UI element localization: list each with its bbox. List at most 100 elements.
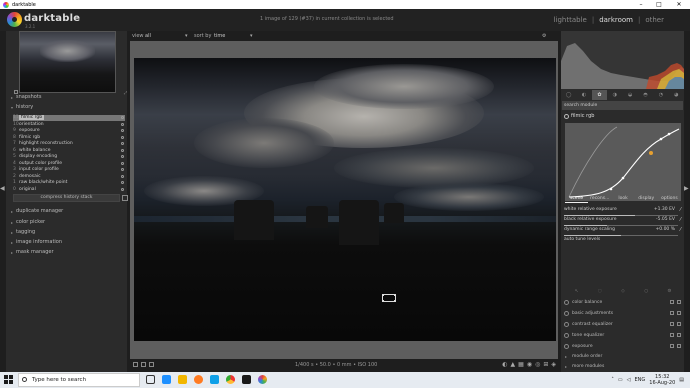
power-icon[interactable] [564, 114, 569, 119]
center-view[interactable] [130, 41, 558, 359]
focus-peaking-icon[interactable]: ◎ [535, 361, 540, 368]
module-order-expander[interactable]: ▸ module order [564, 352, 682, 361]
filmic-tab-options[interactable]: options [658, 196, 681, 203]
history-item[interactable]: 9 exposure [13, 128, 125, 134]
view-filter-value[interactable]: all [145, 33, 151, 39]
presets-icon[interactable] [677, 344, 681, 348]
color-assessment-icon[interactable] [149, 362, 154, 367]
taskbar-search-input[interactable]: Type here to search [18, 373, 140, 387]
clock[interactable]: 15:32 16-Aug-20 [649, 374, 675, 386]
search-module-input[interactable]: search module [562, 101, 683, 110]
task-view-icon[interactable] [146, 375, 155, 384]
section-duplicate-manager[interactable]: ▸ duplicate manager [11, 208, 63, 214]
filmic-tab-look[interactable]: look [611, 196, 634, 203]
multi-instance-icon[interactable] [670, 333, 674, 337]
preview-mode-icon[interactable]: ◈ [551, 361, 556, 368]
slider-black-exposure[interactable]: black relative exposure -5.05 EV ⁄ [564, 217, 681, 226]
view-darkroom[interactable]: darkroom [599, 16, 633, 24]
presets-icon[interactable] [677, 333, 681, 337]
styles-icon[interactable] [133, 362, 138, 367]
tab-effect[interactable]: ◔ [653, 90, 668, 100]
history-item[interactable]: 10orientation [13, 122, 125, 128]
picker-icon[interactable]: ⁄ [680, 217, 681, 223]
more-modules-expander[interactable]: ▸ more modules [564, 362, 682, 371]
module-row[interactable]: color balance [564, 298, 682, 307]
curve-node[interactable] [609, 187, 613, 191]
tab-base[interactable]: ✿ [591, 90, 608, 100]
picker-icon[interactable]: ⁄ [680, 227, 681, 233]
view-lighttable[interactable]: lighttable [554, 16, 587, 24]
firefox-icon[interactable] [194, 375, 203, 384]
collapse-right-panel-icon[interactable]: ▶ [684, 185, 689, 192]
module-row[interactable]: contrast equalizer [564, 320, 682, 329]
filmic-tab-scene[interactable]: scene [565, 196, 589, 203]
multi-instance-icon[interactable] [670, 344, 674, 348]
search-icon[interactable]: ○ [635, 289, 658, 297]
view-filter-arrow-icon[interactable]: ▾ [185, 33, 188, 39]
multi-instance-icon[interactable] [670, 322, 674, 326]
curve-node[interactable] [621, 176, 625, 180]
power-icon[interactable] [564, 344, 569, 349]
power-icon[interactable] [564, 322, 569, 327]
notifications-icon[interactable]: ▤ [679, 377, 684, 383]
section-color-picker[interactable]: ▸ color picker [11, 219, 45, 225]
section-image-information[interactable]: ▸ image information [11, 239, 62, 245]
tab-presets[interactable]: ◕ [669, 90, 684, 100]
presets-icon[interactable] [677, 300, 681, 304]
history-item[interactable]: 5 display encoding [13, 154, 125, 160]
navigation-thumbnail[interactable] [19, 31, 116, 93]
language-indicator[interactable]: ENG [634, 377, 645, 383]
histogram[interactable] [561, 31, 684, 89]
section-mask-manager[interactable]: ▸ mask manager [11, 249, 54, 255]
maximize-button[interactable]: □ [652, 0, 666, 9]
picker-icon[interactable]: ⁄ [680, 207, 681, 213]
module-header-filmic[interactable]: filmic rgb [562, 112, 683, 121]
guides-icon[interactable]: ⊞ [543, 361, 548, 368]
tab-active[interactable]: ◐ [576, 90, 591, 100]
module-row[interactable]: exposure [564, 342, 682, 351]
gamut-check-icon[interactable]: ▲ [511, 361, 516, 368]
clipping-icon[interactable]: ◉ [527, 361, 532, 368]
file-explorer-icon[interactable] [178, 375, 187, 384]
store-icon[interactable] [242, 375, 251, 384]
presets-icon[interactable] [677, 311, 681, 315]
sort-arrow-icon[interactable]: ▾ [250, 33, 253, 39]
history-item[interactable]: 2 demosaic [13, 174, 125, 180]
history-item[interactable]: 6 white balance [13, 148, 125, 154]
history-item[interactable]: 11 filmic rgb [13, 115, 125, 121]
tab-tone[interactable]: ◑ [607, 90, 622, 100]
collapse-left-panel-icon[interactable]: ◀ [0, 185, 5, 192]
history-item[interactable]: 3 input color profile [13, 167, 125, 173]
settings-icon[interactable]: ⚙ [658, 289, 681, 297]
section-snapshots[interactable]: ▸ snapshots [11, 94, 41, 100]
filmic-tab-reconstruct[interactable]: recons... [588, 196, 611, 203]
edge-icon[interactable] [162, 375, 171, 384]
history-item[interactable]: 0 original [13, 187, 125, 193]
compress-history-button[interactable]: compress history stack [13, 194, 120, 202]
presets-icon[interactable] [677, 322, 681, 326]
power-icon[interactable] [564, 300, 569, 305]
network-icon[interactable]: ▭ [618, 377, 623, 383]
history-item[interactable]: 4 output color profile [13, 161, 125, 167]
curve-node[interactable] [667, 132, 671, 136]
close-button[interactable]: ✕ [672, 0, 686, 9]
focus-frame[interactable] [382, 294, 396, 302]
preferences-gear-icon[interactable]: ⚙ [542, 33, 546, 39]
power-icon[interactable] [564, 311, 569, 316]
module-row[interactable]: tone equalizer [564, 331, 682, 340]
section-history[interactable]: ▾ history [11, 104, 33, 110]
volume-icon[interactable]: ◁ [627, 377, 631, 383]
reset-icon[interactable]: ↖ [565, 289, 588, 297]
second-window-icon[interactable] [141, 362, 146, 367]
darktable-taskbar-icon[interactable] [258, 375, 267, 384]
tab-correct[interactable]: ◓ [638, 90, 653, 100]
photo-preview[interactable] [134, 58, 556, 341]
multi-instance-icon[interactable] [670, 300, 674, 304]
tab-quick-access[interactable]: ◯ [561, 90, 576, 100]
curve-node[interactable] [659, 137, 663, 141]
minimize-button[interactable]: – [634, 0, 648, 9]
multi-instance-icon[interactable]: ◇ [611, 289, 634, 297]
history-item[interactable]: 8 filmic rgb [13, 135, 125, 141]
history-style-icon[interactable] [122, 195, 128, 201]
presets-icon[interactable]: ◌ [588, 289, 611, 297]
